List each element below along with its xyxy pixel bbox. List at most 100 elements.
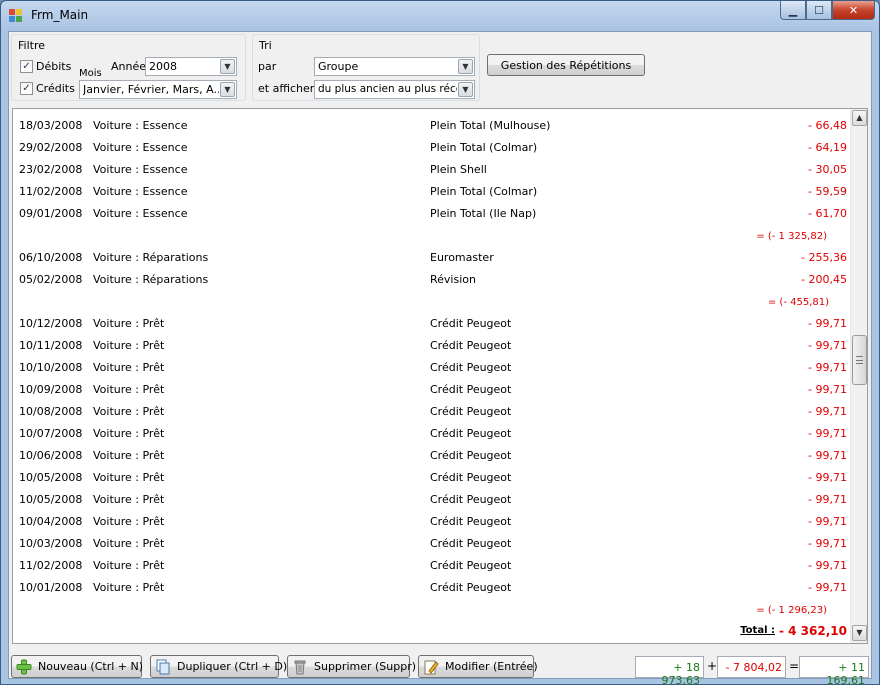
row-amount: - 30,05: [808, 163, 847, 176]
par-combo[interactable]: Groupe ▼: [314, 57, 475, 76]
row-date: 10/09/2008: [19, 383, 83, 396]
chevron-down-icon[interactable]: ▼: [458, 59, 473, 74]
mois-combo[interactable]: Janvier, Février, Mars, A... ▼: [79, 80, 237, 99]
edit-icon: [423, 659, 439, 675]
modifier-button[interactable]: Modifier (Entrée): [418, 655, 538, 678]
table-row[interactable]: 29/02/2008 Voiture : Essence Plein Total (…: [13, 137, 849, 159]
table-row[interactable]: 10/08/2008 Voiture : Prêt Crédit Peugeot - …: [13, 401, 849, 423]
row-description: Plein Total (Colmar): [430, 141, 538, 154]
total-label: Total :: [740, 625, 775, 636]
afficher-combo[interactable]: du plus ancien au plus récent ▼: [314, 80, 475, 99]
afficher-value: du plus ancien au plus récent: [318, 83, 457, 95]
row-date: 05/02/2008: [19, 273, 83, 286]
chevron-down-icon[interactable]: ▼: [220, 59, 235, 74]
row-category: Voiture : Prêt: [93, 537, 165, 550]
row-category: Voiture : Prêt: [93, 581, 165, 594]
table-row[interactable]: 10/10/2008 Voiture : Prêt Crédit Peugeot - …: [13, 357, 849, 379]
row-amount: - 99,71: [808, 383, 847, 396]
row-description: Crédit Peugeot: [430, 493, 512, 506]
row-category: Voiture : Prêt: [93, 559, 165, 572]
subtotal-essence: = (- 1 325,82): [756, 231, 827, 242]
row-date: 09/01/2008: [19, 207, 83, 220]
row-description: Crédit Peugeot: [430, 537, 512, 550]
row-category: Voiture : Essence: [93, 119, 188, 132]
trash-icon: [292, 659, 308, 675]
table-row[interactable]: 11/02/2008 Voiture : Essence Plein Total (…: [13, 181, 849, 203]
row-description: Révision: [430, 273, 476, 286]
row-date: 10/10/2008: [19, 361, 83, 374]
sort-group-title: Tri: [258, 39, 273, 52]
par-label: par: [258, 60, 277, 73]
supprimer-button[interactable]: Supprimer (Suppr): [287, 655, 416, 678]
scroll-down-button[interactable]: ▼: [852, 625, 867, 641]
row-description: Euromaster: [430, 251, 494, 264]
row-date: 10/05/2008: [19, 471, 83, 484]
par-value: Groupe: [318, 60, 359, 73]
row-category: Voiture : Réparations: [93, 251, 209, 264]
minimize-icon: ▁: [788, 3, 798, 17]
balance-sum: + 11 169,61: [799, 656, 869, 685]
table-row[interactable]: 18/03/2008 Voiture : Essence Plein Total (…: [13, 115, 849, 137]
table-row[interactable]: 10/01/2008 Voiture : Prêt Crédit Peugeot - …: [13, 577, 849, 599]
dupliquer-button[interactable]: Dupliquer (Ctrl + D): [150, 655, 287, 678]
chevron-down-icon[interactable]: ▼: [458, 82, 473, 97]
filter-group: Filtre ✓ Débits ✓ Crédits Mois Année 200…: [11, 34, 246, 101]
main-window: Frm_Main ▁ ☐ ✕ Filtre ✓ Débits ✓ Crédits…: [0, 0, 880, 685]
afficher-label: et afficher: [258, 82, 315, 95]
table-row[interactable]: 10/03/2008 Voiture : Prêt Crédit Peugeot - …: [13, 533, 849, 555]
table-row[interactable]: 23/02/2008 Voiture : Essence Plein Shell - …: [13, 159, 849, 181]
credits-label: Crédits: [36, 82, 75, 95]
annee-value: 2008: [149, 60, 177, 73]
row-amount: - 99,71: [808, 515, 847, 528]
vertical-scrollbar[interactable]: ▲ ▼: [850, 109, 867, 643]
table-row[interactable]: 05/02/2008 Voiture : Réparations Révision -…: [13, 269, 849, 291]
row-amount: - 99,71: [808, 427, 847, 440]
scroll-up-button[interactable]: ▲: [852, 110, 867, 126]
dupliquer-label: Dupliquer (Ctrl + D): [177, 660, 288, 673]
row-date: 11/02/2008: [19, 559, 83, 572]
credits-checkbox[interactable]: ✓: [20, 82, 33, 95]
close-button[interactable]: ✕: [832, 1, 875, 20]
table-row[interactable]: 11/02/2008 Voiture : Prêt Crédit Peugeot - …: [13, 555, 849, 577]
chevron-down-icon[interactable]: ▼: [220, 82, 235, 97]
debits-checkbox[interactable]: ✓: [20, 60, 33, 73]
row-category: Voiture : Prêt: [93, 449, 165, 462]
transactions-list[interactable]: 18/03/2008 Voiture : Essence Plein Total (…: [12, 108, 868, 644]
maximize-button[interactable]: ☐: [806, 1, 832, 20]
table-row[interactable]: 10/09/2008 Voiture : Prêt Crédit Peugeot - …: [13, 379, 849, 401]
row-date: 10/08/2008: [19, 405, 83, 418]
supprimer-label: Supprimer (Suppr): [314, 660, 417, 673]
checkmark-icon: ✓: [22, 61, 31, 72]
table-row[interactable]: 10/06/2008 Voiture : Prêt Crédit Peugeot - …: [13, 445, 849, 467]
row-category: Voiture : Prêt: [93, 493, 165, 506]
add-icon: [16, 659, 32, 675]
row-amount: - 99,71: [808, 317, 847, 330]
annee-combo[interactable]: 2008 ▼: [145, 57, 237, 76]
row-amount: - 99,71: [808, 581, 847, 594]
row-amount: - 99,71: [808, 493, 847, 506]
gestion-repetitions-button[interactable]: Gestion des Répétitions: [487, 54, 645, 76]
table-row[interactable]: 10/11/2008 Voiture : Prêt Crédit Peugeot - …: [13, 335, 849, 357]
window-title: Frm_Main: [31, 8, 89, 22]
table-row[interactable]: 06/10/2008 Voiture : Réparations Euromaste…: [13, 247, 849, 269]
nouveau-button[interactable]: Nouveau (Ctrl + N): [11, 655, 143, 678]
row-date: 10/12/2008: [19, 317, 83, 330]
row-description: Plein Shell: [430, 163, 487, 176]
table-row[interactable]: 10/04/2008 Voiture : Prêt Crédit Peugeot - …: [13, 511, 849, 533]
maximize-icon: ☐: [814, 3, 824, 17]
row-description: Crédit Peugeot: [430, 383, 512, 396]
table-row[interactable]: 10/07/2008 Voiture : Prêt Crédit Peugeot - …: [13, 423, 849, 445]
table-row[interactable]: 10/05/2008 Voiture : Prêt Crédit Peugeot - …: [13, 489, 849, 511]
title-bar[interactable]: Frm_Main ▁ ☐ ✕: [1, 1, 879, 31]
row-amount: - 61,70: [808, 207, 847, 220]
table-row[interactable]: 10/05/2008 Voiture : Prêt Crédit Peugeot - …: [13, 467, 849, 489]
row-date: 10/03/2008: [19, 537, 83, 550]
row-category: Voiture : Prêt: [93, 405, 165, 418]
row-amount: - 99,71: [808, 339, 847, 352]
debits-sum: - 7 804,02: [717, 656, 786, 678]
table-row[interactable]: 10/12/2008 Voiture : Prêt Crédit Peugeot - …: [13, 313, 849, 335]
row-description: Crédit Peugeot: [430, 449, 512, 462]
table-row[interactable]: 09/01/2008 Voiture : Essence Plein Total (…: [13, 203, 849, 225]
scroll-thumb[interactable]: [852, 335, 867, 385]
minimize-button[interactable]: ▁: [780, 1, 806, 20]
